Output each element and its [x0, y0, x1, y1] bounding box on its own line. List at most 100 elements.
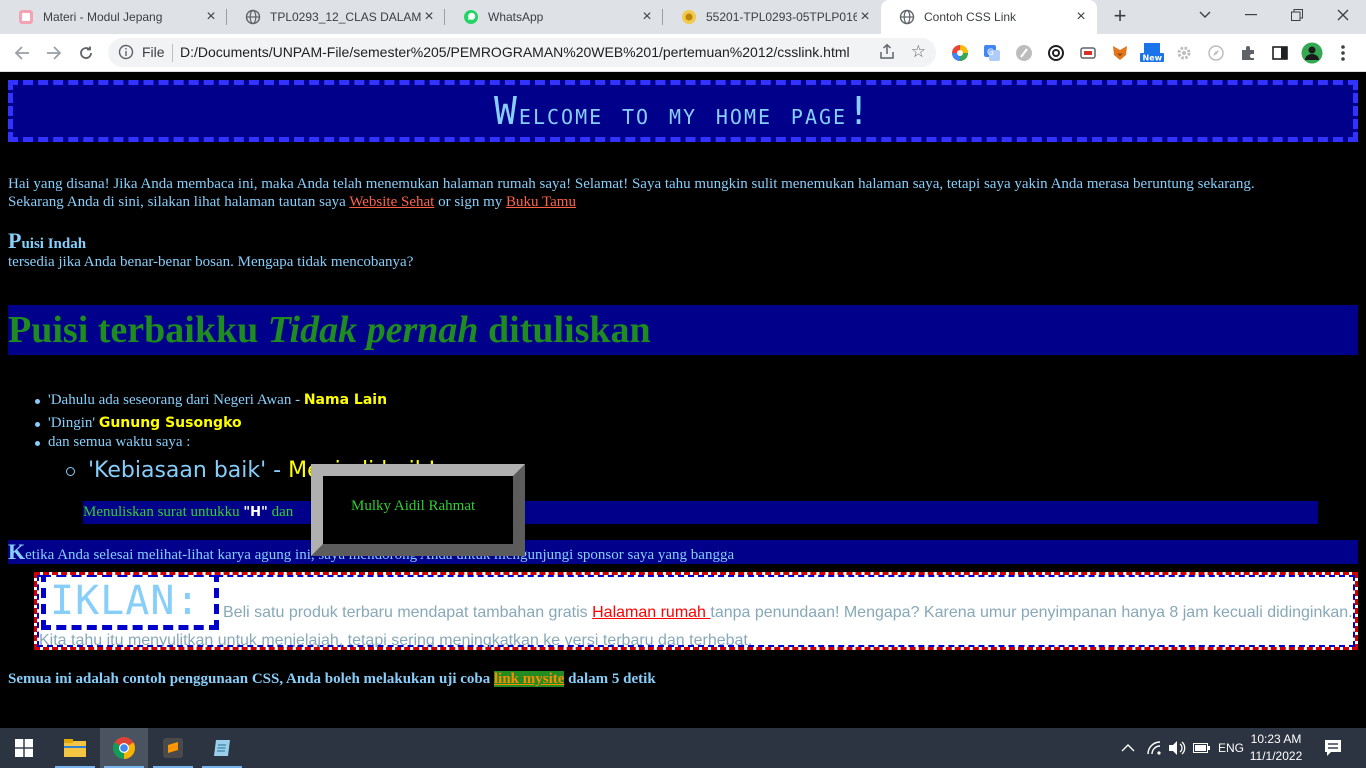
poem-heading-band: Puisi terbaikku Tidak pernah dituliskan — [8, 305, 1358, 355]
clock-date: 11/1/2022 — [1249, 749, 1303, 763]
tab-materi[interactable]: Materi - Modul Jepang × — [0, 0, 227, 34]
forward-button[interactable] — [41, 40, 67, 66]
tab-contoh-css-link[interactable]: Contoh CSS Link × — [881, 0, 1097, 34]
puzzle-extensions-icon[interactable] — [1239, 44, 1257, 62]
globe-icon — [899, 9, 915, 25]
file-explorer-icon[interactable] — [51, 728, 99, 768]
notepad-icon[interactable] — [198, 728, 246, 768]
tab-whatsapp[interactable]: WhatsApp × — [445, 0, 663, 34]
tab-title: WhatsApp — [488, 10, 544, 24]
letter-and: dan — [267, 504, 294, 520]
list-bullet — [35, 399, 40, 404]
tab-title: 55201-TPL0293-05TPLP016-2... — [706, 10, 857, 24]
sublime-text-icon[interactable] — [149, 728, 197, 768]
reload-button[interactable] — [73, 40, 99, 66]
info-icon[interactable] — [118, 44, 134, 63]
letter-quote: "H" — [243, 505, 268, 520]
volume-icon[interactable] — [1168, 728, 1186, 768]
footer-post: dalam 5 detik — [564, 671, 656, 687]
list-item-bold: Nama Lain — [303, 392, 388, 408]
file-label: File — [142, 44, 165, 60]
svg-text:New: New — [1143, 54, 1163, 63]
profile-avatar[interactable] — [1301, 42, 1323, 64]
name-popup-box: Mulky Aidil Rahmat — [311, 464, 525, 556]
system-clock[interactable]: 10:23 AM 11/1/2022 — [1244, 731, 1308, 765]
ad-text-pre: Beli satu produk terbaru mendapat tambah… — [223, 604, 593, 621]
puisi-description: tersedia jika Anda benar-benar bosan. Me… — [8, 254, 414, 270]
svg-text:G: G — [987, 48, 994, 58]
close-icon[interactable]: × — [1073, 8, 1089, 25]
gear-icon[interactable] — [1175, 44, 1193, 62]
letter-text: Menuliskan surat untukku — [83, 504, 244, 520]
notification-icon[interactable] — [1324, 728, 1342, 768]
back-button[interactable] — [9, 40, 35, 66]
minimize-button[interactable] — [1228, 0, 1274, 30]
gray-extension-icon[interactable] — [1015, 44, 1033, 62]
list-item-text: 'Dahulu ada seseorang dari Negeri Awan - — [48, 392, 304, 408]
welcome-initial: W — [494, 89, 519, 133]
ring-extension-icon[interactable] — [1047, 44, 1065, 62]
sub-list-bullet — [66, 467, 75, 476]
tab-title: TPL0293_12_CLAS DALAM C... — [270, 10, 421, 24]
translate-extension-icon[interactable]: G — [983, 44, 1001, 62]
close-icon[interactable]: × — [421, 8, 437, 25]
tablet-extension-icon[interactable] — [1079, 44, 1097, 62]
chevron-up-icon[interactable] — [1121, 728, 1135, 768]
poem-heading-post: dituliskan — [478, 309, 651, 351]
wifi-icon[interactable] — [1146, 728, 1164, 768]
tab-clas[interactable]: TPL0293_12_CLAS DALAM C... × — [227, 0, 445, 34]
list-item-text: 'Dingin' — [48, 415, 99, 431]
welcome-text: elcome to my home page — [518, 98, 848, 131]
list-bullet — [35, 422, 40, 427]
windows-start-icon[interactable] — [0, 728, 48, 768]
puisi-initial: P — [8, 228, 22, 253]
compass-icon[interactable] — [1207, 44, 1225, 62]
tab-search-button[interactable] — [1182, 0, 1228, 30]
metamask-fox-icon[interactable] — [1111, 44, 1129, 62]
whatsapp-icon — [463, 9, 479, 25]
tab-55201[interactable]: 55201-TPL0293-05TPLP016-2... × — [663, 0, 881, 34]
chrome-icon[interactable] — [100, 728, 148, 768]
website-sehat-link[interactable]: Website Sehat — [349, 194, 434, 210]
bookmark-star-icon[interactable]: ☆ — [911, 42, 926, 62]
list-item: 'Dingin' Gunung Susongko — [48, 415, 242, 432]
halaman-rumah-link[interactable]: Halaman rumah — [592, 604, 710, 621]
welcome-banner: Welcome to my home page! — [8, 80, 1358, 142]
color-wheel-extension-icon[interactable] — [951, 44, 969, 62]
intro-connector: or sign my — [434, 194, 507, 210]
close-icon[interactable]: × — [857, 8, 873, 25]
ad-box: IKLAN: Beli satu produk terbaru mendapat… — [34, 572, 1358, 650]
new-badge-extension-icon[interactable]: New — [1140, 43, 1164, 63]
globe-icon — [245, 9, 261, 25]
battery-icon[interactable] — [1193, 728, 1211, 768]
intro-line-1: Hai yang disana! Jika Anda membaca ini, … — [8, 176, 1255, 192]
language-indicator[interactable]: ENG — [1218, 728, 1244, 768]
tab-title: Contoh CSS Link — [924, 10, 1017, 24]
side-panel-icon[interactable] — [1271, 44, 1289, 62]
tab-title: Materi - Modul Jepang — [43, 10, 163, 24]
kebab-menu-icon[interactable] — [1334, 44, 1352, 62]
share-icon[interactable] — [878, 43, 896, 64]
browser-toolbar: File D:/Documents/UNPAM-File/semester%20… — [0, 34, 1366, 72]
url-text[interactable]: D:/Documents/UNPAM-File/semester%205/PEM… — [180, 44, 850, 60]
close-icon[interactable]: × — [203, 8, 219, 25]
intro-line-2: Sekarang Anda di sini, silakan lihat hal… — [8, 194, 350, 210]
address-bar[interactable]: File D:/Documents/UNPAM-File/semester%20… — [108, 38, 936, 67]
ad-text-post: tanpa penundaan! Mengapa? Karena umur pe… — [710, 604, 1353, 621]
close-window-button[interactable] — [1320, 0, 1366, 30]
list-item: dan semua waktu saya : — [48, 434, 191, 450]
ketika-band: Ketika Anda selesai melihat-lihat karya … — [8, 540, 1358, 564]
letter-band: Menuliskan surat untukku "H" dan — [83, 501, 1318, 524]
close-icon[interactable]: × — [639, 8, 655, 25]
poem-heading-italic: Tidak pernah — [267, 309, 479, 351]
buku-tamu-link[interactable]: Buku Tamu — [506, 194, 576, 210]
new-tab-button[interactable]: + — [1108, 5, 1132, 29]
windows-taskbar: ENG 10:23 AM 11/1/2022 — [0, 728, 1366, 768]
list-item: 'Dahulu ada seseorang dari Negeri Awan -… — [48, 392, 387, 409]
omnibox-divider — [172, 44, 173, 62]
poem-heading-pre: Puisi terbaikku — [8, 309, 268, 351]
popup-name: Mulky Aidil Rahmat — [351, 498, 476, 514]
restore-button[interactable] — [1274, 0, 1320, 30]
ad-text: Beli satu produk terbaru mendapat tambah… — [39, 599, 1353, 647]
link-mysite[interactable]: link mysite — [493, 671, 565, 687]
